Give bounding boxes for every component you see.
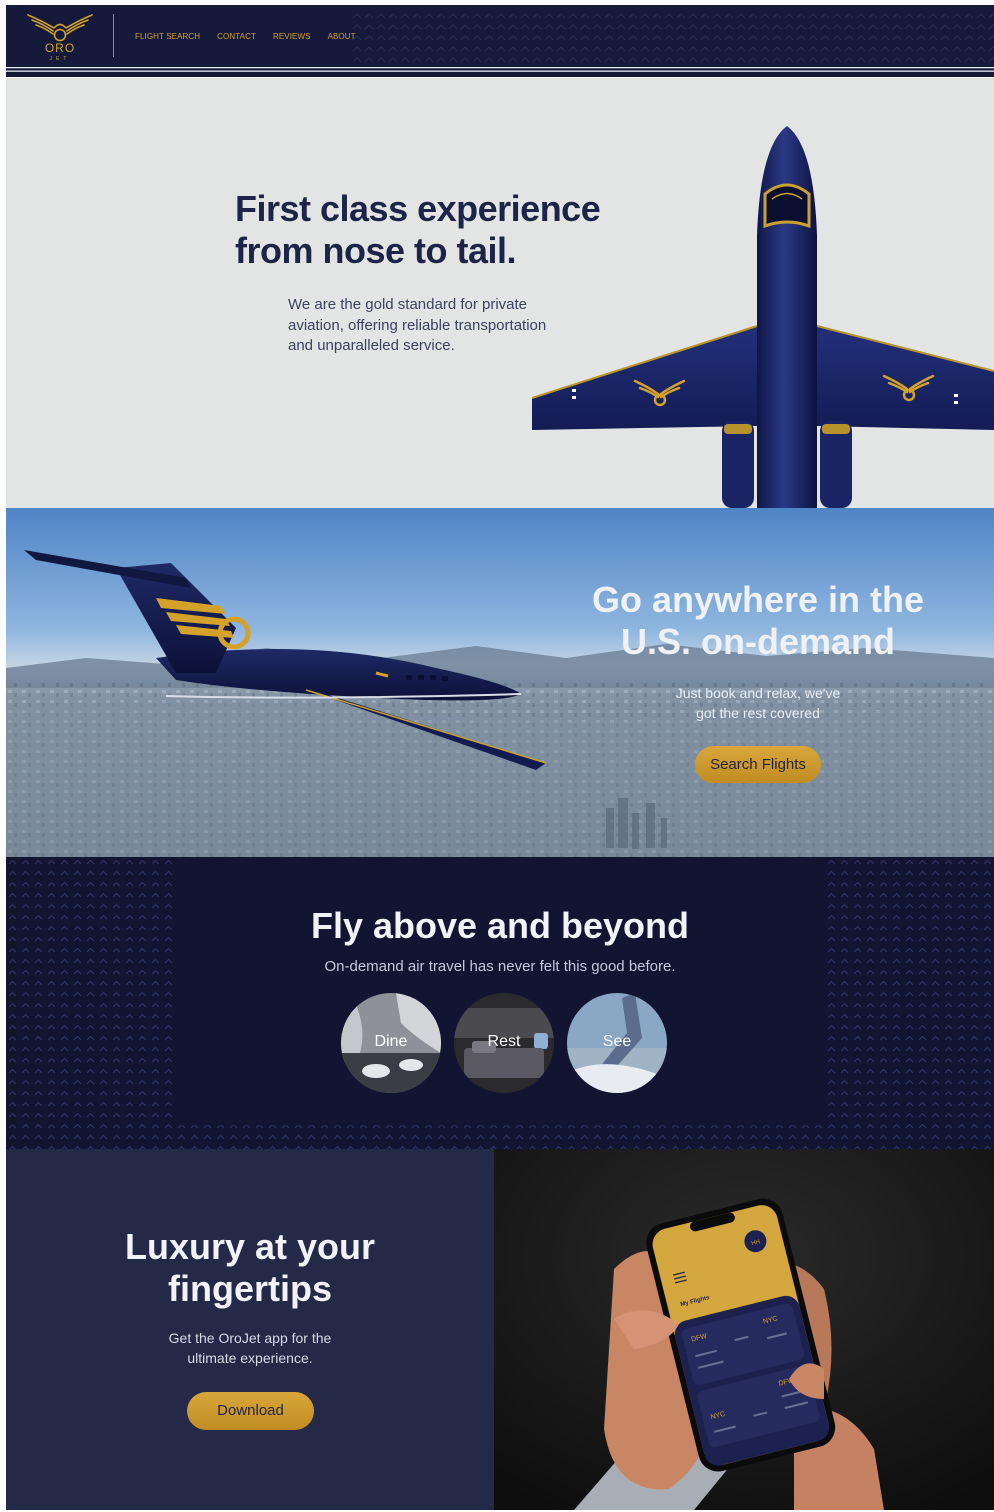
chevron-pattern xyxy=(351,11,994,67)
hero-subtitle: We are the gold standard for private avi… xyxy=(288,295,568,357)
brand-logo[interactable]: ORO JET xyxy=(24,11,96,63)
see-label: See xyxy=(602,1033,632,1050)
nav-link-about[interactable]: ABOUT xyxy=(328,32,356,41)
nav-link-flight-search[interactable]: FLIGHT SEARCH xyxy=(135,32,200,41)
luxury-subtitle-line-1: Get the OroJet app for the xyxy=(168,1330,332,1346)
phone-photo: HH My Flights DFW NYC NYC DFW xyxy=(494,1149,994,1510)
brand-name: ORO xyxy=(44,41,76,55)
download-button[interactable]: Download xyxy=(187,1392,314,1430)
nav-menu: FLIGHT SEARCH CONTACT REVIEWS ABOUT xyxy=(135,32,356,41)
jet-top-view-image xyxy=(532,126,994,508)
top-nav: ORO JET FLIGHT SEARCH CONTACT REVIEWS AB… xyxy=(6,5,994,77)
nav-divider xyxy=(113,14,114,57)
rest-label: Rest xyxy=(487,1033,521,1050)
hero-subtitle-line-2: aviation, offering reliable transportati… xyxy=(288,316,547,334)
luxury-section: Luxury at your fingertips Get the OroJet… xyxy=(6,1149,994,1510)
fly-above-title: Fly above and beyond xyxy=(310,905,690,946)
dine-label: Dine xyxy=(374,1033,408,1050)
luxury-subtitle-line-2: ultimate experience. xyxy=(187,1350,313,1366)
luxury-title-line-2: fingertips xyxy=(167,1268,332,1309)
hands-holding-phone-image: HH My Flights DFW NYC NYC DFW xyxy=(494,1149,994,1510)
fly-above-section: Fly above and beyond On-demand air trave… xyxy=(6,857,994,1149)
go-anywhere-subtitle: Just book and relax, we've got the rest … xyxy=(646,683,870,723)
hero-subtitle-line-3: and unparalleled service. xyxy=(288,337,455,354)
go-anywhere-section: Go anywhere in the U.S. on-demand Just b… xyxy=(6,508,994,857)
hero-section: First class experience from nose to tail… xyxy=(6,78,994,508)
hero-subtitle-line-1: We are the gold standard for private xyxy=(288,296,528,313)
nav-underline xyxy=(6,67,994,72)
luxury-subtitle: Get the OroJet app for the ultimate expe… xyxy=(146,1328,354,1368)
hero-title-line-2: from nose to tail. xyxy=(235,230,517,271)
go-anywhere-subtitle-line-1: Just book and relax, we've xyxy=(675,685,841,701)
go-anywhere-title-line-2: U.S. on-demand xyxy=(620,621,895,662)
search-flights-button[interactable]: Search Flights xyxy=(695,746,821,783)
luxury-title: Luxury at your fingertips xyxy=(6,1226,494,1310)
fly-above-subtitle: On-demand air travel has never felt this… xyxy=(324,958,676,975)
nav-link-reviews[interactable]: REVIEWS xyxy=(273,32,311,41)
dine-circle[interactable]: Dine xyxy=(341,993,441,1093)
winged-logo-icon xyxy=(27,14,93,42)
go-anywhere-title-line-1: Go anywhere in the xyxy=(591,579,925,620)
go-anywhere-subtitle-line-2: got the rest covered xyxy=(696,705,820,721)
go-anywhere-title: Go anywhere in the U.S. on-demand xyxy=(586,579,930,663)
see-circle[interactable]: See xyxy=(567,993,667,1093)
rest-circle[interactable]: Rest xyxy=(454,993,554,1093)
luxury-panel: Luxury at your fingertips Get the OroJet… xyxy=(6,1149,494,1510)
nav-link-contact[interactable]: CONTACT xyxy=(217,32,256,41)
brand-sub: JET xyxy=(49,56,71,62)
luxury-title-line-1: Luxury at your xyxy=(124,1226,376,1267)
page: ORO JET FLIGHT SEARCH CONTACT REVIEWS AB… xyxy=(6,5,994,1510)
